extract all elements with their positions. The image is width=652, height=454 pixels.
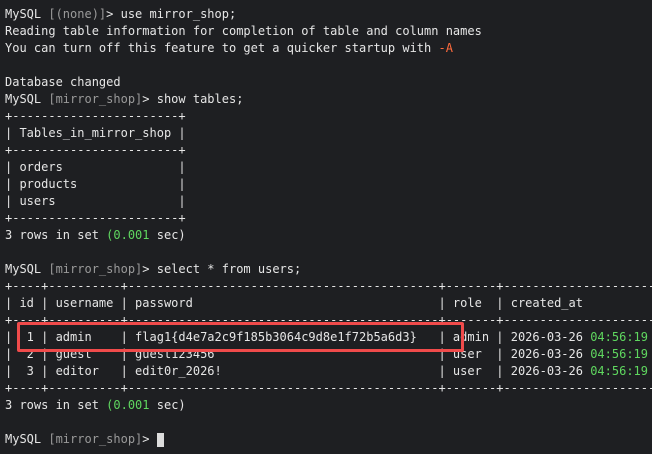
text-cursor[interactable]	[156, 432, 164, 447]
terminal-text: You can turn off this feature to get a q…	[5, 41, 439, 55]
terminal-line: | users |	[5, 193, 652, 210]
terminal-text: +-----------------------+	[5, 143, 186, 157]
terminal-text: MySQL	[5, 432, 49, 446]
terminal-text: > select * from users;	[142, 262, 302, 276]
terminal-text: | id | username | password | role | crea…	[5, 296, 652, 310]
terminal-line: +-----------------------+	[5, 210, 652, 227]
terminal-line: MySQL [mirror_shop]> show tables;	[5, 91, 652, 108]
terminal-text: | products |	[5, 177, 186, 191]
terminal-text: +----+----------+-----------------------…	[5, 279, 652, 293]
terminal-text: 3 rows in set	[5, 228, 107, 242]
terminal-text: MySQL	[5, 262, 49, 276]
terminal-line: +----+----------+-----------------------…	[5, 278, 652, 295]
terminal-text: +----+----------+-----------------------…	[5, 381, 652, 395]
terminal-text: sec)	[149, 398, 186, 412]
terminal-line: +----+----------+-----------------------…	[5, 312, 652, 329]
terminal-text: | 3 | editor | edit0r_2026! | user | 202…	[5, 364, 591, 378]
terminal-line: Database changed	[5, 74, 652, 91]
terminal-text: [mirror_shop]	[48, 262, 143, 276]
terminal-text: MySQL	[5, 92, 49, 106]
terminal-text: 04:56:19	[590, 364, 648, 378]
terminal-text: Reading table information for completion…	[5, 24, 482, 38]
terminal-text: >	[142, 432, 157, 446]
terminal-output: MySQL [(none)]> use mirror_shop; Reading …	[5, 6, 652, 448]
terminal-text: 04:56:19	[590, 330, 648, 344]
terminal-line: You can turn off this feature to get a q…	[5, 40, 652, 57]
terminal-text: |	[648, 347, 652, 361]
terminal-text: 3 rows in set	[5, 398, 107, 412]
terminal-line: | orders |	[5, 159, 652, 176]
terminal-line: | 3 | editor | edit0r_2026! | user | 202…	[5, 363, 652, 380]
terminal-text: +-----------------------+	[5, 211, 186, 225]
terminal-line: +-----------------------+	[5, 142, 652, 159]
terminal-text: MySQL	[5, 7, 49, 21]
terminal-text: | Tables_in_mirror_shop |	[5, 126, 186, 140]
terminal-text: | 2 | guest | guest123456 | user | 2026-…	[5, 347, 591, 361]
terminal-text: (0.001	[106, 228, 150, 242]
terminal-line: 3 rows in set (0.001 sec)	[5, 397, 652, 414]
terminal-text: > show tables;	[142, 92, 244, 106]
terminal-text: [mirror_shop]	[48, 92, 143, 106]
terminal-text: | users |	[5, 194, 186, 208]
terminal-text: Database changed	[5, 75, 121, 89]
terminal-line: | Tables_in_mirror_shop |	[5, 125, 652, 142]
terminal-text: -A	[438, 41, 453, 55]
terminal-line: +----+----------+-----------------------…	[5, 380, 652, 397]
terminal-line: | 2 | guest | guest123456 | user | 2026-…	[5, 346, 652, 363]
terminal-text: sec)	[149, 228, 186, 242]
terminal-line: Reading table information for completion…	[5, 23, 652, 40]
terminal-text: > use mirror_shop;	[106, 7, 237, 21]
terminal-window[interactable]: MySQL [(none)]> use mirror_shop; Reading …	[0, 0, 652, 454]
terminal-text: [mirror_shop]	[48, 432, 143, 446]
terminal-text: | orders |	[5, 160, 186, 174]
terminal-text: |	[648, 364, 652, 378]
terminal-text: (0.001	[106, 398, 150, 412]
terminal-text: +-----------------------+	[5, 109, 186, 123]
terminal-line: +-----------------------+	[5, 108, 652, 125]
terminal-line: | 1 | admin | flag1{d4e7a2c9f185b3064c9d…	[5, 329, 652, 346]
terminal-text: | 1 | admin | flag1{d4e7a2c9f185b3064c9d…	[5, 330, 591, 344]
terminal-line: MySQL [(none)]> use mirror_shop;	[5, 6, 652, 23]
terminal-text: [(none)]	[48, 7, 107, 21]
terminal-line: | products |	[5, 176, 652, 193]
terminal-text: +----+----------+-----------------------…	[5, 313, 652, 327]
terminal-text: 04:56:19	[590, 347, 648, 361]
terminal-line: MySQL [mirror_shop]>	[5, 431, 652, 448]
terminal-line: | id | username | password | role | crea…	[5, 295, 652, 312]
terminal-line: MySQL [mirror_shop]> select * from users…	[5, 261, 652, 278]
terminal-text: |	[648, 330, 652, 344]
terminal-line: 3 rows in set (0.001 sec)	[5, 227, 652, 244]
